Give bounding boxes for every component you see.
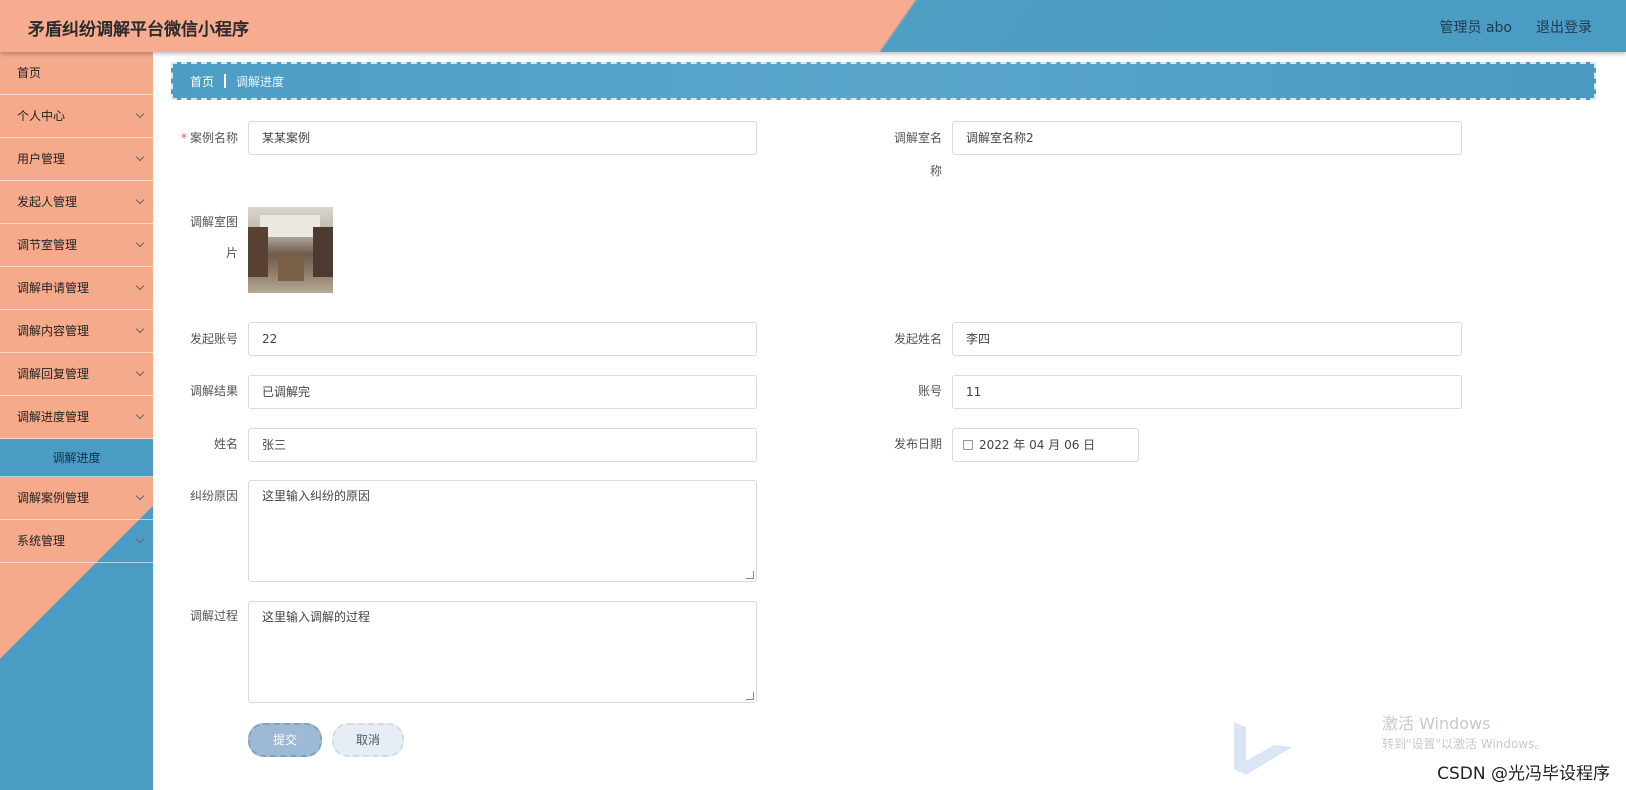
sidebar-item-progress-management[interactable]: 调解进度管理	[0, 396, 153, 439]
current-user: 管理员 abo	[1439, 20, 1512, 36]
case-name-input[interactable]: 某某案例	[248, 121, 757, 155]
result-label: 调解结果	[189, 384, 238, 398]
resize-handle-icon[interactable]	[746, 692, 754, 700]
breadcrumb-home[interactable]: 首页	[190, 73, 214, 90]
watermark-line1: 激活 Windows	[1382, 714, 1491, 733]
csdn-watermark: CSDN @光冯毕设程序	[1437, 764, 1610, 784]
room-ceiling	[260, 215, 320, 237]
chevron-down-icon	[135, 152, 145, 162]
required-mark: *	[180, 131, 187, 145]
room-name-label-line1: 调解室名	[893, 131, 942, 145]
case-name-label-text: 案例名称	[189, 131, 238, 145]
room-wall	[313, 227, 333, 277]
sidebar-item-content-management[interactable]: 调解内容管理	[0, 310, 153, 353]
calendar-icon	[963, 439, 973, 450]
result-input[interactable]: 已调解完	[248, 375, 757, 409]
initiator-name-label: 发起姓名	[893, 332, 942, 346]
sidebar-item-label: 个人中心	[17, 109, 66, 123]
sidebar-item-label: 发起人管理	[17, 195, 78, 209]
room-image[interactable]	[248, 207, 333, 293]
chevron-down-icon	[135, 324, 145, 334]
account-input[interactable]: 11	[952, 375, 1462, 409]
sidebar-item-case-management[interactable]: 调解案例管理	[0, 477, 153, 520]
breadcrumb-current: 调解进度	[236, 74, 285, 89]
chevron-down-icon	[135, 195, 145, 205]
sidebar-item-label: 调节室管理	[17, 238, 78, 252]
top-header: 矛盾纠纷调解平台微信小程序 管理员 abo 退出登录	[0, 0, 1626, 52]
publish-date-label: 发布日期	[893, 437, 942, 451]
sidebar-item-label: 首页	[17, 66, 42, 80]
room-name-input[interactable]: 调解室名称2	[952, 121, 1462, 155]
initiator-account-label: 发起账号	[189, 332, 238, 346]
sidebar-item-home[interactable]: 首页	[0, 52, 153, 95]
sidebar-item-room-management[interactable]: 调节室管理	[0, 224, 153, 267]
sidebar: 首页 个人中心 用户管理 发起人管理 调节室管理 调解申请管理 调解内容管理 调…	[0, 52, 153, 790]
breadcrumb-separator	[224, 74, 227, 88]
initiator-name-input[interactable]: 李四	[952, 322, 1462, 356]
header-user-area: 管理员 abo 退出登录	[1440, 17, 1592, 37]
chevron-down-icon	[135, 238, 145, 248]
sidebar-item-personal-center[interactable]: 个人中心	[0, 95, 153, 138]
chevron-down-icon	[135, 491, 145, 501]
sidebar-item-label: 调解案例管理	[17, 491, 90, 505]
chevron-down-icon	[135, 534, 145, 544]
mediation-process-text: 这里输入调解的过程	[262, 610, 371, 624]
resize-handle-icon[interactable]	[746, 571, 754, 579]
sidebar-item-label: 调解申请管理	[17, 281, 90, 295]
publish-date-picker[interactable]: 2022 年 04 月 06 日	[952, 428, 1139, 462]
app-title: 矛盾纠纷调解平台微信小程序	[28, 20, 249, 40]
mediation-process-textarea[interactable]: 这里输入调解的过程	[248, 601, 757, 703]
sidebar-item-initiator-management[interactable]: 发起人管理	[0, 181, 153, 224]
sidebar-item-application-management[interactable]: 调解申请管理	[0, 267, 153, 310]
windows-activation-logo-icon	[1234, 722, 1292, 775]
chevron-down-icon	[135, 367, 145, 377]
breadcrumb: 首页 调解进度	[171, 62, 1596, 100]
publish-date-value: 2022 年 04 月 06 日	[979, 438, 1096, 452]
sidebar-item-user-management[interactable]: 用户管理	[0, 138, 153, 181]
dispute-reason-textarea[interactable]: 这里输入纠纷的原因	[248, 480, 757, 582]
submit-button[interactable]: 提交	[248, 723, 322, 757]
account-label: 账号	[917, 384, 942, 398]
sidebar-item-reply-management[interactable]: 调解回复管理	[0, 353, 153, 396]
room-image-label-line2: 片	[225, 246, 238, 260]
case-name-label: * 案例名称	[174, 122, 238, 154]
sidebar-item-system-management[interactable]: 系统管理	[0, 520, 153, 563]
name-label: 姓名	[213, 437, 238, 451]
chevron-down-icon	[135, 410, 145, 420]
sidebar-item-label: 调解内容管理	[17, 324, 90, 338]
chevron-down-icon	[135, 109, 145, 119]
name-input[interactable]: 张三	[248, 428, 757, 462]
sidebar-item-label: 用户管理	[17, 152, 66, 166]
dispute-reason-text: 这里输入纠纷的原因	[262, 489, 371, 503]
mediation-process-label: 调解过程	[189, 609, 238, 623]
sidebar-item-label: 调解进度管理	[17, 410, 90, 424]
cancel-button[interactable]: 取消	[332, 723, 404, 757]
room-image-label-line1: 调解室图	[189, 215, 238, 229]
sidebar-subitem-progress[interactable]: 调解进度	[0, 439, 153, 477]
sidebar-item-label: 系统管理	[17, 534, 66, 548]
chevron-down-icon	[135, 281, 145, 291]
watermark-line2: 转到"设置"以激活 Windows。	[1382, 737, 1547, 751]
room-wall	[248, 227, 268, 277]
room-name-label-line2: 称	[929, 164, 942, 178]
dispute-reason-label: 纠纷原因	[189, 489, 238, 503]
room-table	[278, 253, 304, 281]
sidebar-item-label: 调解回复管理	[17, 367, 90, 381]
initiator-account-input[interactable]: 22	[248, 322, 757, 356]
logout-link[interactable]: 退出登录	[1536, 17, 1592, 37]
windows-activation-watermark: 激活 Windows 转到"设置"以激活 Windows。	[1382, 714, 1546, 754]
